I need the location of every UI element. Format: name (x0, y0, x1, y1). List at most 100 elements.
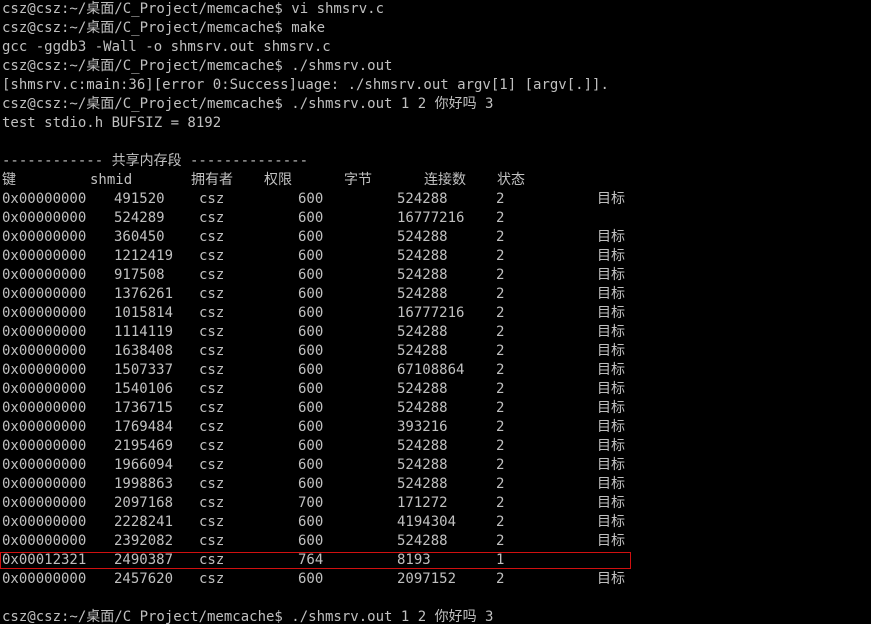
cell-owner: csz (199, 229, 225, 245)
cell-perms: 600 (298, 400, 324, 416)
table-row: 0x00000000 2392082 csz 600 524288 2 目标 (0, 532, 871, 551)
cell-nattch: 2 (496, 438, 505, 454)
header-key: 键 (2, 172, 16, 188)
cell-status: 目标 (597, 305, 625, 321)
cell-key: 0x00000000 (2, 476, 87, 492)
cell-shmid: 1540106 (114, 381, 174, 397)
cell-status: 目标 (597, 495, 625, 511)
cell-key: 0x00000000 (2, 324, 87, 340)
cell-owner: csz (199, 343, 225, 359)
cell-key: 0x00000000 (2, 229, 87, 245)
cell-shmid: 524289 (114, 210, 165, 226)
cell-shmid: 1114119 (114, 324, 174, 340)
cell-nattch: 2 (496, 514, 505, 530)
cell-owner: csz (199, 267, 225, 283)
cell-bytes: 524288 (397, 476, 448, 492)
cell-status: 目标 (597, 419, 625, 435)
cell-perms: 600 (298, 419, 324, 435)
terminal-line: csz@csz:~/桌面/C_Project/memcache$ ./shmsr… (2, 58, 393, 74)
cell-key: 0x00000000 (2, 267, 87, 283)
cell-shmid: 917508 (114, 267, 165, 283)
cell-bytes: 67108864 (397, 362, 465, 378)
cell-perms: 600 (298, 210, 324, 226)
cell-perms: 600 (298, 438, 324, 454)
cell-nattch: 2 (496, 495, 505, 511)
cell-perms: 600 (298, 533, 324, 549)
terminal-line: test stdio.h BUFSIZ = 8192 (2, 115, 222, 131)
cell-perms: 764 (298, 552, 324, 568)
cell-perms: 600 (298, 305, 324, 321)
cell-bytes: 524288 (397, 457, 448, 473)
cell-nattch: 2 (496, 286, 505, 302)
header-bytes: 字节 (344, 172, 372, 188)
terminal-window[interactable]: csz@csz:~/桌面/C_Project/memcache$ vi shms… (0, 0, 871, 624)
final-prompt-line[interactable]: csz@csz:~/桌面/C Project/memcache$ ./shmsr… (0, 608, 871, 624)
cell-owner: csz (199, 362, 225, 378)
cell-status: 目标 (597, 571, 625, 587)
cell-nattch: 2 (496, 476, 505, 492)
cell-key: 0x00000000 (2, 286, 87, 302)
cell-status: 目标 (597, 248, 625, 264)
cell-key: 0x00012321 (2, 552, 87, 568)
cell-nattch: 2 (496, 229, 505, 245)
table-row: 0x00000000 1769484 csz 600 393216 2 目标 (0, 418, 871, 437)
table-row: 0x00000000 1540106 csz 600 524288 2 目标 (0, 380, 871, 399)
cell-perms: 600 (298, 191, 324, 207)
cell-nattch: 2 (496, 324, 505, 340)
terminal-line: csz@csz:~/桌面/C_Project/memcache$ vi shms… (2, 1, 385, 17)
cell-nattch: 2 (496, 381, 505, 397)
cell-owner: csz (199, 400, 225, 416)
cell-shmid: 1736715 (114, 400, 174, 416)
cell-nattch: 2 (496, 248, 505, 264)
table-row: 0x00000000 2457620 csz 600 2097152 2 目标 (0, 570, 871, 589)
table-row: 0x00000000 1736715 csz 600 524288 2 目标 (0, 399, 871, 418)
table-row: 0x00000000 360450 csz 600 524288 2 目标 (0, 228, 871, 247)
cell-owner: csz (199, 476, 225, 492)
cell-shmid: 1966094 (114, 457, 174, 473)
cell-perms: 600 (298, 381, 324, 397)
cell-bytes: 524288 (397, 438, 448, 454)
cell-shmid: 2097168 (114, 495, 174, 511)
cell-key: 0x00000000 (2, 305, 87, 321)
cell-status: 目标 (597, 286, 625, 302)
header-status: 状态 (497, 172, 525, 188)
terminal-line: gcc -ggdb3 -Wall -o shmsrv.out shmsrv.c (2, 39, 331, 55)
cell-perms: 600 (298, 324, 324, 340)
cell-key: 0x00000000 (2, 457, 87, 473)
table-row: 0x00000000 2228241 csz 600 4194304 2 目标 (0, 513, 871, 532)
cell-bytes: 2097152 (397, 571, 457, 587)
cell-owner: csz (199, 552, 225, 568)
cell-owner: csz (199, 438, 225, 454)
cell-perms: 600 (298, 229, 324, 245)
terminal-output: csz@csz:~/桌面/C_Project/memcache$ vi shms… (0, 0, 871, 171)
cell-shmid: 2228241 (114, 514, 174, 530)
cell-status: 目标 (597, 343, 625, 359)
cell-bytes: 524288 (397, 343, 448, 359)
cell-bytes: 524288 (397, 191, 448, 207)
cell-bytes: 171272 (397, 495, 448, 511)
cell-perms: 600 (298, 343, 324, 359)
cell-key: 0x00000000 (2, 343, 87, 359)
cell-bytes: 524288 (397, 381, 448, 397)
header-owner: 拥有者 (191, 172, 233, 188)
cell-owner: csz (199, 286, 225, 302)
cell-key: 0x00000000 (2, 533, 87, 549)
cell-shmid: 1015814 (114, 305, 174, 321)
cell-nattch: 2 (496, 533, 505, 549)
cell-status: 目标 (597, 362, 625, 378)
table-row: 0x00000000 491520 csz 600 524288 2 目标 (0, 190, 871, 209)
table-row: 0x00000000 1507337 csz 600 67108864 2 目标 (0, 361, 871, 380)
cell-status: 目标 (597, 438, 625, 454)
terminal-line: csz@csz:~/桌面/C_Project/memcache$ ./shmsr… (2, 96, 494, 112)
cell-key: 0x00000000 (2, 514, 87, 530)
cell-nattch: 2 (496, 305, 505, 321)
cell-nattch: 2 (496, 210, 505, 226)
cell-owner: csz (199, 514, 225, 530)
cell-bytes: 524288 (397, 267, 448, 283)
cell-key: 0x00000000 (2, 248, 87, 264)
cell-nattch: 2 (496, 362, 505, 378)
cell-nattch: 1 (496, 552, 505, 568)
cell-key: 0x00000000 (2, 381, 87, 397)
cell-perms: 600 (298, 514, 324, 530)
